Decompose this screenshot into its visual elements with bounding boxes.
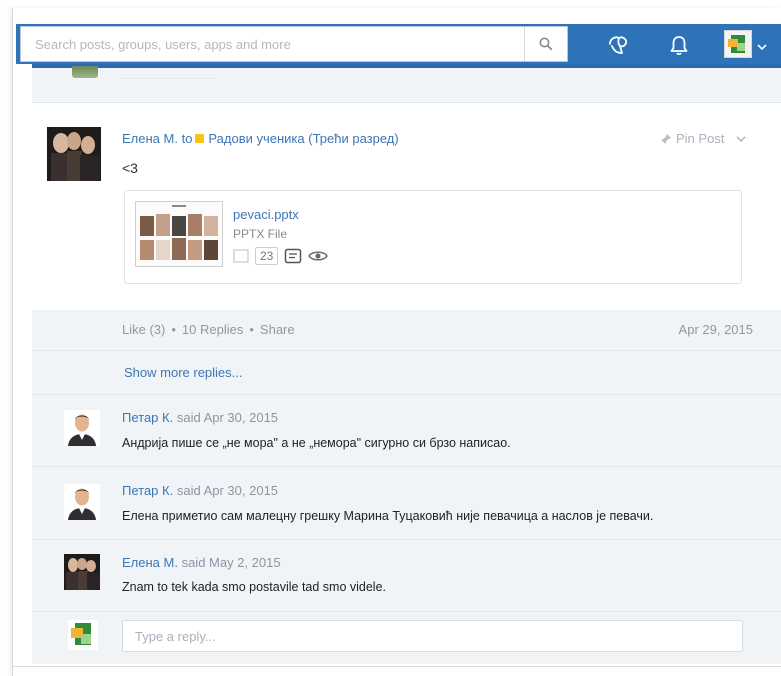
reply-meta: Елена М. said May 2, 2015 — [122, 555, 281, 570]
reply-date: said Apr 30, 2015 — [176, 410, 279, 425]
like-button[interactable]: Like (3) — [122, 322, 165, 337]
divider — [32, 539, 781, 540]
previous-post-avatar — [72, 66, 98, 78]
reply-meta: Петар К. said Apr 30, 2015 — [122, 483, 278, 498]
share-button[interactable]: Share — [260, 322, 295, 337]
reply-box[interactable] — [122, 620, 743, 652]
reply-date: said Apr 30, 2015 — [176, 483, 279, 498]
eye-icon[interactable] — [308, 249, 329, 263]
chevron-down-icon[interactable] — [757, 38, 767, 56]
reply-author-avatar[interactable] — [64, 484, 100, 520]
group-color-icon — [195, 134, 205, 143]
reply-text: Znam to tek kada smo postavile tad smo v… — [122, 580, 387, 594]
user-avatar[interactable] — [724, 30, 752, 58]
pin-post-label: Pin Post — [676, 131, 725, 146]
post-actions: Like (3) • 10 Replies • Share — [122, 322, 295, 337]
replies-button[interactable]: 10 Replies — [182, 322, 243, 337]
reply-author-link[interactable]: Петар К. — [122, 483, 173, 498]
comment-icon[interactable] — [284, 248, 302, 264]
attachment-type: PPTX File — [233, 227, 288, 241]
bottom-border — [12, 666, 781, 667]
attachment-name[interactable]: pevaci.pptx — [233, 207, 299, 222]
reply-text: Елена приметио сам малецну грешку Марина… — [122, 509, 654, 523]
reply-author-avatar[interactable] — [64, 554, 100, 590]
show-more-replies-link[interactable]: Show more replies... — [124, 365, 243, 380]
reply-author-avatar[interactable] — [64, 410, 100, 446]
reply-date: said May 2, 2015 — [181, 555, 281, 570]
reply-input[interactable] — [123, 621, 742, 651]
pin-post-button[interactable]: Pin Post — [660, 131, 746, 146]
to-label: to — [181, 131, 193, 146]
attachment-thumbnail[interactable] — [135, 201, 223, 267]
post-date[interactable]: Apr 29, 2015 — [679, 322, 753, 337]
current-user-avatar — [68, 620, 98, 650]
reply-text: Андрија пише се „не мора" а не „немора" … — [122, 436, 511, 450]
divider — [32, 466, 781, 467]
pin-icon — [661, 133, 671, 144]
divider — [32, 394, 781, 395]
praise-icon[interactable] — [605, 32, 631, 58]
attachment-actions: 23 — [233, 247, 329, 265]
reply-meta: Петар К. said Apr 30, 2015 — [122, 410, 278, 425]
bell-icon[interactable] — [666, 32, 692, 58]
divider — [32, 350, 781, 351]
reply-author-link[interactable]: Елена М. — [122, 555, 178, 570]
post-meta: Елена М. to Радови ученика (Трећи разред) — [122, 131, 399, 146]
search-button[interactable] — [524, 27, 567, 61]
attachment-card[interactable]: pevaci.pptx PPTX File 23 — [124, 190, 742, 284]
search-box[interactable] — [20, 26, 568, 62]
previous-post-divider — [120, 68, 220, 79]
group-link[interactable]: Радови ученика (Трећи разред) — [208, 131, 398, 146]
chevron-down-icon[interactable] — [736, 135, 746, 143]
file-icon[interactable] — [233, 249, 249, 263]
search-icon — [539, 37, 553, 51]
reply-author-link[interactable]: Петар К. — [122, 410, 173, 425]
post-author-avatar[interactable] — [47, 127, 101, 181]
attachment-count: 23 — [255, 247, 279, 265]
post-body: <3 — [122, 160, 138, 176]
search-input[interactable] — [21, 27, 515, 61]
post-author-link[interactable]: Елена М. — [122, 131, 178, 146]
